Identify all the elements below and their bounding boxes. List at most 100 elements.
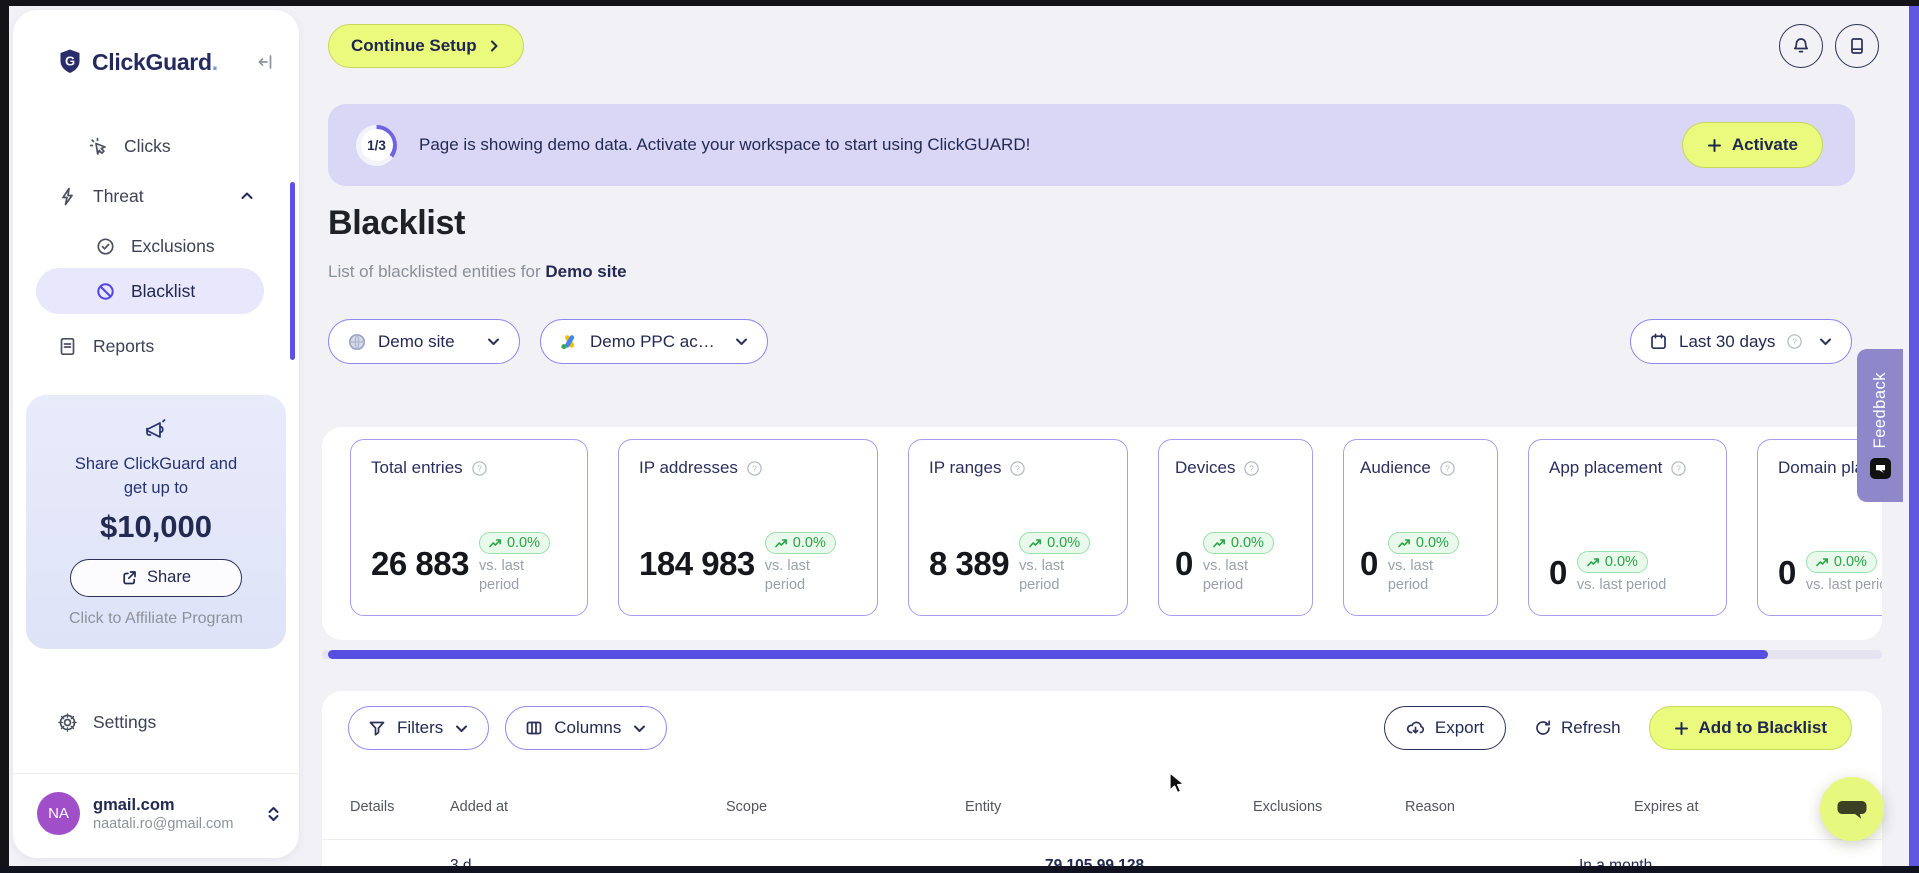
refresh-icon — [1534, 719, 1552, 737]
date-range-selector[interactable]: Last 30 days ? — [1630, 319, 1852, 364]
blacklist-table-panel: Filters Columns Export Refresh Add to Bl… — [322, 691, 1882, 873]
calendar-icon — [1649, 332, 1668, 351]
sidebar-item-clicks[interactable]: Clicks — [88, 128, 171, 164]
brand-name: ClickGuard. — [92, 48, 218, 75]
stat-note: vs. last period — [1387, 558, 1433, 594]
chat-widget-button[interactable] — [1820, 777, 1884, 841]
ppc-account-value: Demo PPC ac… — [590, 331, 715, 351]
help-icon[interactable]: ? — [1670, 460, 1687, 477]
sidebar-item-settings[interactable]: Settings — [57, 704, 156, 740]
filters-label: Filters — [397, 718, 444, 737]
ppc-account-selector[interactable]: Demo PPC ac… — [540, 319, 768, 364]
stat-delta: 0.0% — [1047, 535, 1081, 552]
stat-delta: 0.0% — [792, 535, 826, 552]
feedback-tab[interactable]: Feedback — [1857, 349, 1903, 502]
column-header-added-at[interactable]: Added at — [450, 799, 726, 815]
help-icon[interactable]: ? — [1243, 460, 1260, 477]
help-docs-button[interactable] — [1835, 24, 1879, 68]
help-icon[interactable]: ? — [471, 460, 488, 477]
megaphone-icon — [26, 417, 286, 445]
trending-up-icon — [1398, 538, 1411, 549]
chevron-up-icon[interactable] — [239, 188, 255, 204]
trending-up-icon — [1029, 538, 1042, 549]
column-header-reason[interactable]: Reason — [1405, 799, 1634, 815]
mouse-cursor — [1168, 772, 1190, 796]
stat-note: vs. last period — [1576, 577, 1667, 594]
page-subtitle-site: Demo site — [545, 262, 627, 281]
continue-setup-button[interactable]: Continue Setup — [328, 24, 524, 68]
columns-button[interactable]: Columns — [505, 706, 668, 750]
affiliate-link-text[interactable]: Click to Affiliate Program — [26, 610, 286, 628]
column-header-exclusions[interactable]: Exclusions — [1253, 799, 1405, 815]
page-subtitle-text: List of blacklisted entities for — [328, 262, 541, 281]
chevron-down-icon — [632, 721, 647, 736]
promo-amount: $10,000 — [99, 508, 213, 544]
filters-button[interactable]: Filters — [348, 706, 490, 750]
sidebar-collapse-icon[interactable] — [255, 52, 275, 72]
help-icon[interactable]: ? — [1009, 460, 1026, 477]
sidebar-scrollbar[interactable] — [290, 182, 295, 360]
site-selector[interactable]: Demo site — [328, 319, 520, 364]
stat-card-devices: Devices ? 0 0.0% vs. last period — [1158, 439, 1313, 616]
cloud-download-icon — [1406, 719, 1425, 738]
window-edge — [0, 0, 1919, 6]
column-header-entity[interactable]: Entity — [965, 799, 1253, 815]
svg-text:?: ? — [1677, 463, 1682, 473]
chevron-down-icon — [454, 721, 469, 736]
add-to-blacklist-button[interactable]: Add to Blacklist — [1648, 706, 1852, 750]
account-name: gmail.com — [93, 796, 175, 815]
share-button[interactable]: Share — [70, 558, 242, 597]
globe-icon — [347, 332, 367, 352]
trending-up-icon — [1816, 557, 1829, 568]
stat-delta: 0.0% — [506, 535, 540, 552]
filter-icon — [368, 719, 386, 737]
sidebar-item-label: Blacklist — [131, 280, 196, 301]
refresh-button[interactable]: Refresh — [1534, 718, 1621, 738]
account-switcher[interactable]: NA gmail.com naatali.ro@gmail.com — [37, 792, 281, 835]
stat-note: vs. last period — [764, 558, 810, 594]
chevron-down-icon — [734, 334, 749, 349]
svg-text:?: ? — [1793, 337, 1798, 347]
stat-delta: 0.0% — [1415, 535, 1449, 552]
help-icon[interactable]: ? — [746, 460, 763, 477]
activate-button[interactable]: Activate — [1681, 122, 1823, 168]
setup-progress-ring: 1/3 — [356, 124, 397, 166]
stat-value: 8 389 — [929, 544, 1010, 582]
column-header-details[interactable]: Details — [350, 799, 450, 815]
app-window: G ClickGuard. Clicks Threat Exclusions B… — [0, 0, 1919, 873]
setup-progress-step: 1/3 — [360, 129, 393, 161]
notifications-button[interactable] — [1779, 24, 1823, 68]
help-icon[interactable]: ? — [1439, 460, 1456, 477]
sidebar-item-threat[interactable]: Threat — [57, 178, 299, 214]
activate-label: Activate — [1731, 135, 1798, 154]
column-header-scope[interactable]: Scope — [726, 799, 965, 815]
window-edge — [0, 866, 1919, 873]
stat-note: vs. last period — [478, 558, 525, 594]
stat-value: 0 — [1778, 554, 1796, 592]
trending-up-icon — [1213, 538, 1226, 549]
speech-bubble-icon — [1837, 796, 1867, 822]
export-button[interactable]: Export — [1383, 706, 1506, 750]
sidebar-item-reports[interactable]: Reports — [57, 328, 154, 364]
plus-icon — [1707, 138, 1722, 153]
affiliate-promo-card[interactable]: Share ClickGuard and get up to $10,000 S… — [26, 395, 286, 649]
svg-text:?: ? — [1016, 463, 1021, 473]
brand-shield-icon: G — [57, 48, 83, 76]
export-label: Export — [1434, 718, 1484, 737]
sidebar-item-exclusions[interactable]: Exclusions — [95, 228, 215, 264]
trending-up-icon — [774, 538, 788, 549]
page-scrollbar[interactable] — [1909, 6, 1919, 866]
cards-scrollbar[interactable] — [328, 650, 1768, 659]
divider — [322, 839, 1882, 840]
banner-message: Page is showing demo data. Activate your… — [419, 135, 1031, 154]
stats-panel: Total entries ? 26 883 0.0% vs. last per… — [322, 427, 1882, 640]
table-toolbar: Filters Columns Export Refresh Add to Bl… — [348, 706, 1852, 750]
stat-label: App placement — [1549, 458, 1663, 477]
sidebar-item-blacklist[interactable]: Blacklist — [36, 268, 264, 314]
stat-card-total-entries: Total entries ? 26 883 0.0% vs. last per… — [350, 439, 588, 616]
page-title: Blacklist — [328, 204, 466, 242]
account-email: naatali.ro@gmail.com — [93, 815, 234, 832]
stat-label: Devices — [1175, 458, 1236, 477]
badge-check-icon — [95, 236, 116, 257]
gear-icon — [57, 712, 78, 733]
